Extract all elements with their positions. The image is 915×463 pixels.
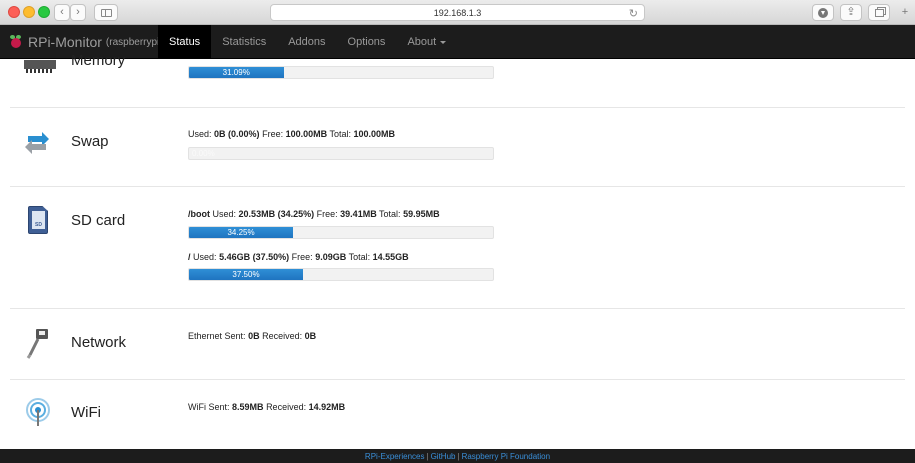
share-button[interactable]: ⇪ (840, 4, 862, 21)
footer-separator: | (457, 451, 460, 461)
network-row: Network Ethernet Sent: 0B Received: 0B (10, 309, 905, 380)
chevron-right-icon: › (76, 6, 80, 18)
memory-progress-text: 31.09% (222, 68, 250, 77)
maximize-window-button[interactable] (38, 6, 50, 18)
chevron-left-icon: ‹ (60, 6, 64, 18)
wifi-row: WiFi WiFi Sent: 8.59MB Received: 14.92MB (10, 380, 905, 449)
sdcard-boot-progress-fill: 34.25% (189, 227, 294, 238)
plus-icon: + (901, 6, 909, 18)
memory-progress-fill: 31.09% (189, 67, 284, 78)
download-icon (818, 7, 828, 18)
footer: RPi-Experiences | GitHub | Raspberry Pi … (0, 449, 915, 463)
memory-label: Memory (71, 52, 126, 69)
sdcard-root-info: / Used: 5.46GB (37.50%) Free: 9.09GB Tot… (188, 252, 409, 262)
address-bar[interactable]: 192.168.1.3 ↻ (270, 4, 645, 21)
swap-progress-text: 0.00% (192, 149, 215, 158)
footer-link-github[interactable]: GitHub (431, 452, 456, 461)
browser-toolbar: ‹ › 192.168.1.3 ↻ ⇪ + (0, 0, 915, 25)
sdcard-boot-info: /boot Used: 20.53MB (34.25%) Free: 39.41… (188, 209, 440, 219)
sdcard-boot-progress-bar: 34.25% (188, 226, 494, 239)
sdcard-root-progress-fill: 37.50% (189, 269, 303, 280)
sdcard-label: SD card (71, 212, 126, 229)
wifi-info: WiFi Sent: 8.59MB Received: 14.92MB (188, 402, 346, 412)
reload-icon[interactable]: ↻ (629, 7, 638, 20)
sd-card-icon: SD (28, 206, 48, 234)
close-window-button[interactable] (8, 6, 20, 18)
network-label: Network (71, 334, 127, 351)
url-text: 192.168.1.3 (433, 7, 482, 18)
forward-button[interactable]: › (70, 4, 86, 21)
share-icon: ⇪ (846, 6, 856, 18)
swap-arrows-icon (24, 130, 50, 161)
sdcard-boot-progress-text: 34.25% (227, 228, 255, 237)
wifi-label: WiFi (71, 404, 101, 421)
memory-progress-bar: 31.09% (188, 66, 494, 79)
sdcard-root-progress-bar: 37.50% (188, 268, 494, 281)
network-info: Ethernet Sent: 0B Received: 0B (188, 331, 317, 341)
swap-label: Swap (71, 133, 109, 150)
ethernet-cable-icon (26, 327, 50, 364)
footer-separator: | (426, 451, 429, 461)
minimize-window-button[interactable] (23, 6, 35, 18)
sidebar-button[interactable] (94, 4, 118, 21)
swap-progress-fill: 0.00% (189, 148, 493, 159)
tabs-button[interactable] (868, 4, 890, 21)
footer-link-rpi-experiences[interactable]: RPi-Experiences (365, 452, 425, 461)
sidebar-icon (100, 8, 112, 17)
footer-link-raspberry-pi-foundation[interactable]: Raspberry Pi Foundation (462, 452, 551, 461)
memory-row: Memory 31.09% (10, 40, 905, 108)
downloads-button[interactable] (812, 4, 834, 21)
wifi-antenna-icon (25, 398, 51, 433)
back-button[interactable]: ‹ (54, 4, 70, 21)
new-tab-button[interactable]: + (898, 4, 912, 21)
tabs-icon (874, 8, 884, 17)
swap-info: Used: 0B (0.00%) Free: 100.00MB Total: 1… (188, 129, 396, 139)
memory-chip-icon (24, 60, 56, 79)
sdcard-row: SD SD card /boot Used: 20.53MB (34.25%) … (10, 187, 905, 309)
swap-progress-bar: 0.00% (188, 147, 494, 160)
swap-row: Swap Used: 0B (0.00%) Free: 100.00MB Tot… (10, 108, 905, 187)
sdcard-root-progress-text: 37.50% (232, 270, 260, 279)
